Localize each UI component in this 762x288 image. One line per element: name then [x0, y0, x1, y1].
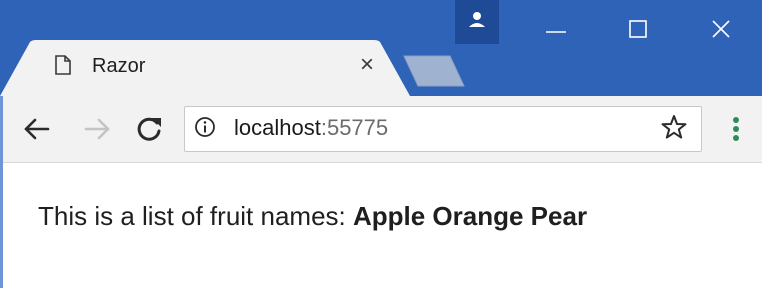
profile-button[interactable]	[455, 0, 499, 44]
page-icon	[55, 55, 71, 75]
maximize-button[interactable]	[618, 6, 658, 46]
new-tab-button[interactable]	[398, 52, 468, 90]
close-icon	[712, 20, 730, 38]
intro-text: This is a list of fruit names:	[38, 201, 353, 231]
reload-icon	[137, 117, 161, 141]
maximize-icon	[629, 20, 647, 38]
forward-button[interactable]	[80, 112, 114, 146]
browser-window: Razor × localhost:55775 This is a list o…	[0, 0, 762, 288]
info-icon[interactable]	[194, 116, 216, 138]
star-icon[interactable]	[660, 113, 688, 141]
fruit-list: Apple Orange Pear	[352, 201, 588, 231]
back-button[interactable]	[20, 112, 54, 146]
address-host: localhost	[234, 115, 321, 140]
tab-title: Razor	[92, 55, 146, 77]
page-text: This is a list of fruit names: Apple Ora…	[38, 200, 587, 232]
address-text[interactable]: localhost:55775	[234, 114, 388, 142]
tab-close-button[interactable]: ×	[356, 52, 378, 78]
minimize-button[interactable]	[536, 6, 576, 46]
address-port: :55775	[320, 115, 389, 140]
arrow-right-icon	[84, 118, 110, 140]
person-icon	[469, 12, 485, 27]
kebab-menu-icon[interactable]	[726, 112, 746, 146]
window-frame-edge	[0, 96, 3, 288]
reload-button[interactable]	[132, 112, 166, 146]
arrow-left-icon	[24, 118, 50, 140]
close-window-button[interactable]	[702, 6, 742, 46]
